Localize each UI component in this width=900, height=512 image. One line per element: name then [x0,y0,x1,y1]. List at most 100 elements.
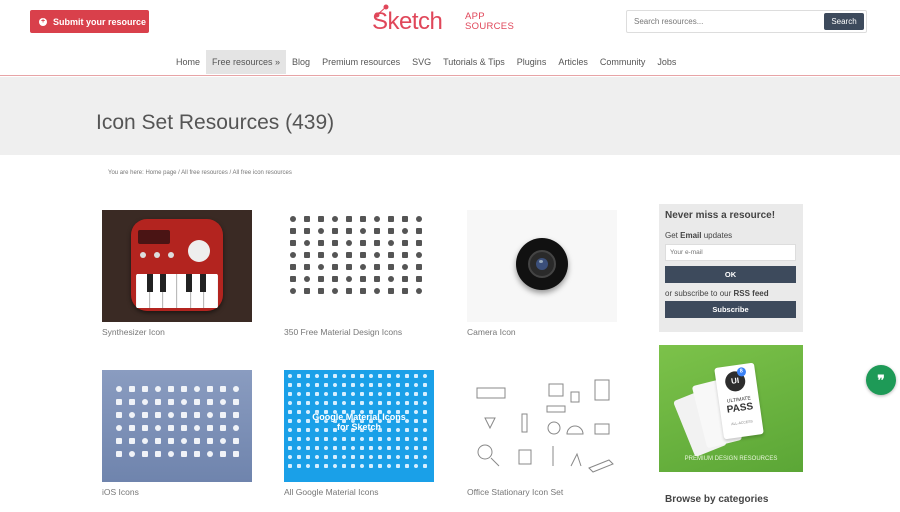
nav-item-community[interactable]: Community [594,50,652,74]
nav-item-plugins[interactable]: Plugins [511,50,553,74]
submit-resource-button[interactable]: + Submit your resource [30,10,149,33]
grid-glyph-icon [168,386,174,392]
email-field[interactable] [665,244,796,261]
grid-glyph-icon [423,401,427,405]
resource-card-synthesizer[interactable]: Synthesizer Icon [102,210,252,337]
grid-glyph-icon [351,446,355,450]
grid-glyph-icon [360,392,364,396]
thumbnail-overlay-text: Google Material Icons for Sketch [312,412,406,432]
card-caption[interactable]: iOS Icons [102,487,139,497]
synthesizer-thumbnail[interactable] [102,210,252,322]
grid-glyph-icon [318,288,324,294]
submit-resource-label: Submit your resource [53,16,147,27]
grid-glyph-icon [290,216,296,222]
grid-glyph-icon [388,264,394,270]
site-logo[interactable]: Sketch APP SOURCES [372,4,532,38]
grid-glyph-icon [142,425,148,431]
nav-item-articles[interactable]: Articles [552,50,594,74]
grid-glyph-icon [387,392,391,396]
grid-glyph-icon [315,401,319,405]
resource-card-ios-icons[interactable]: iOS Icons [102,370,252,497]
grid-glyph-icon [304,240,310,246]
grid-glyph-icon [333,446,337,450]
ios-icons-thumbnail[interactable] [102,370,252,482]
grid-glyph-icon [288,455,292,459]
search-button[interactable]: Search [824,13,864,30]
grid-glyph-icon [168,425,174,431]
subscribe-button[interactable]: Subscribe [665,301,796,318]
card-caption[interactable]: 350 Free Material Design Icons [284,327,402,337]
nav-item-premium-resources[interactable]: Premium resources [316,50,406,74]
grid-glyph-icon [387,464,391,468]
grid-glyph-icon [402,252,408,258]
material-icons-thumbnail[interactable] [284,210,434,322]
grid-glyph-icon [297,419,301,423]
grid-glyph-icon [360,401,364,405]
grid-glyph-icon [360,288,366,294]
grid-glyph-icon [351,455,355,459]
resource-card-camera[interactable]: Camera Icon [467,210,617,337]
grid-glyph-icon [387,446,391,450]
grid-glyph-icon [324,401,328,405]
grid-glyph-icon [181,438,187,444]
nav-item-jobs[interactable]: Jobs [651,50,682,74]
grid-glyph-icon [414,383,418,387]
card-caption[interactable]: Synthesizer Icon [102,327,165,337]
grid-glyph-icon [396,464,400,468]
grid-glyph-icon [402,240,408,246]
grid-glyph-icon [297,383,301,387]
grid-glyph-icon [318,216,324,222]
nav-item-home[interactable]: Home [170,50,206,74]
card-caption[interactable]: Office Stationary Icon Set [467,487,563,497]
grid-glyph-icon [297,455,301,459]
grid-glyph-icon [233,438,239,444]
grid-glyph-icon [288,437,292,441]
grid-glyph-icon [318,240,324,246]
grid-glyph-icon [423,374,427,378]
grid-glyph-icon [346,276,352,282]
grid-glyph-icon [129,412,135,418]
grid-glyph-icon [304,276,310,282]
nav-item-blog[interactable]: Blog [286,50,316,74]
grid-glyph-icon [396,392,400,396]
grid-glyph-icon [318,264,324,270]
grid-glyph-icon [142,451,148,457]
grid-glyph-icon [220,386,226,392]
grid-glyph-icon [374,276,380,282]
grid-glyph-icon [405,464,409,468]
grid-glyph-icon [423,464,427,468]
grid-glyph-icon [194,425,200,431]
grid-glyph-icon [396,437,400,441]
search-input[interactable] [627,11,823,32]
grid-glyph-icon [306,446,310,450]
grid-glyph-icon [402,228,408,234]
camera-thumbnail[interactable] [467,210,617,322]
grid-glyph-icon [220,399,226,405]
resource-card-office-stationary[interactable]: Office Stationary Icon Set [467,370,617,497]
nav-item-tutorials-tips[interactable]: Tutorials & Tips [437,50,511,74]
grid-glyph-icon [405,392,409,396]
grid-glyph-icon [402,276,408,282]
resource-card-google-material[interactable]: Google Material Icons for Sketch All Goo… [284,370,434,497]
google-material-thumbnail[interactable]: Google Material Icons for Sketch [284,370,434,482]
grid-glyph-icon [324,446,328,450]
resource-card-material-350[interactable]: 350 Free Material Design Icons [284,210,434,337]
grid-glyph-icon [423,428,427,432]
card-caption[interactable]: Camera Icon [467,327,516,337]
grid-glyph-icon [405,401,409,405]
grid-glyph-icon [168,451,174,457]
grid-glyph-icon [388,276,394,282]
grid-glyph-icon [369,392,373,396]
premium-banner[interactable]: UI 8 ULTIMATE PASS ALL-ACCESS PREMIUM DE… [659,345,803,472]
office-stationary-thumbnail[interactable] [467,370,617,482]
grid-glyph-icon [297,446,301,450]
card-caption[interactable]: All Google Material Icons [284,487,379,497]
grid-glyph-icon [414,446,418,450]
chat-button[interactable]: ❞ [866,365,896,395]
grid-glyph-icon [116,399,122,405]
ok-button[interactable]: OK [665,266,796,283]
nav-item-free-resources[interactable]: Free resources » [206,50,287,74]
nav-item-svg[interactable]: SVG [406,50,437,74]
grid-glyph-icon [288,446,292,450]
grid-glyph-icon [396,446,400,450]
